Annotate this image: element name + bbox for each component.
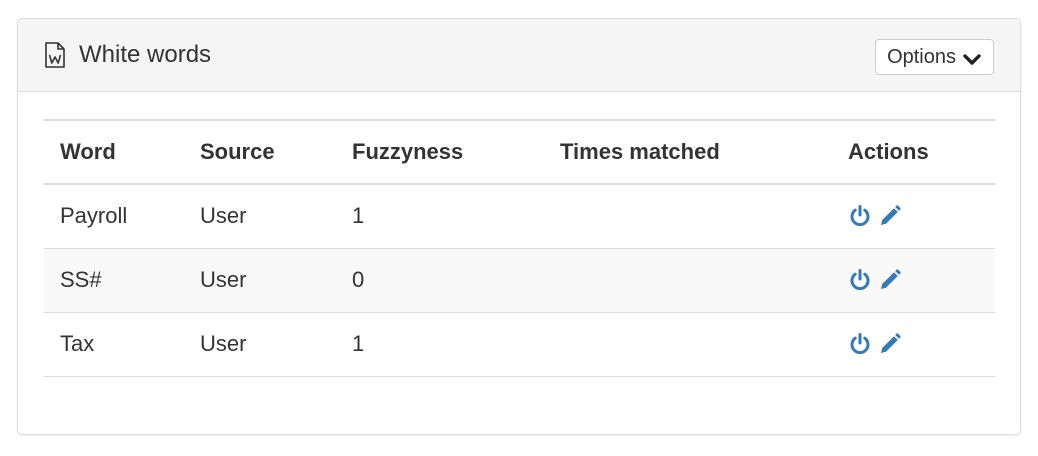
table-row: Payroll User 1: [44, 184, 995, 249]
cell-source: User: [184, 248, 336, 313]
options-label: Options: [887, 45, 956, 68]
cell-times-matched: [544, 184, 832, 249]
column-header-source[interactable]: Source: [184, 119, 336, 185]
pencil-icon[interactable]: [878, 332, 902, 356]
cell-fuzzyness: 1: [336, 312, 544, 377]
table-row: Tax User 1: [44, 312, 995, 377]
pencil-icon[interactable]: [878, 204, 902, 228]
cell-source: User: [184, 312, 336, 377]
table-header-row: Word Source Fuzzyness Times matched Acti…: [44, 119, 995, 185]
cell-actions: [832, 248, 995, 313]
word-document-icon: [44, 42, 66, 68]
column-header-word[interactable]: Word: [44, 119, 184, 185]
cell-word: Tax: [44, 312, 184, 377]
options-dropdown-button[interactable]: Options: [875, 39, 994, 75]
cell-word: SS#: [44, 248, 184, 313]
cell-actions: [832, 184, 995, 249]
column-header-fuzzyness[interactable]: Fuzzyness: [336, 119, 544, 185]
power-icon[interactable]: [848, 204, 872, 228]
cell-word: Payroll: [44, 184, 184, 249]
pencil-icon[interactable]: [878, 268, 902, 292]
cell-times-matched: [544, 312, 832, 377]
panel-title-text: White words: [79, 41, 212, 68]
white-words-panel: White words Options Word Source Fuzzynes…: [17, 18, 1021, 435]
panel-title: White words: [44, 19, 211, 91]
white-words-table: Word Source Fuzzyness Times matched Acti…: [44, 119, 995, 377]
cell-fuzzyness: 0: [336, 248, 544, 313]
chevron-down-icon: [962, 50, 982, 65]
cell-actions: [832, 312, 995, 377]
cell-fuzzyness: 1: [336, 184, 544, 249]
power-icon[interactable]: [848, 268, 872, 292]
power-icon[interactable]: [848, 332, 872, 356]
panel-heading: White words Options: [18, 19, 1020, 92]
cell-source: User: [184, 184, 336, 249]
column-header-actions: Actions: [832, 119, 995, 185]
column-header-times-matched[interactable]: Times matched: [544, 119, 832, 185]
white-words-table-wrap: Word Source Fuzzyness Times matched Acti…: [44, 119, 995, 377]
cell-times-matched: [544, 248, 832, 313]
table-row: SS# User 0: [44, 248, 995, 313]
